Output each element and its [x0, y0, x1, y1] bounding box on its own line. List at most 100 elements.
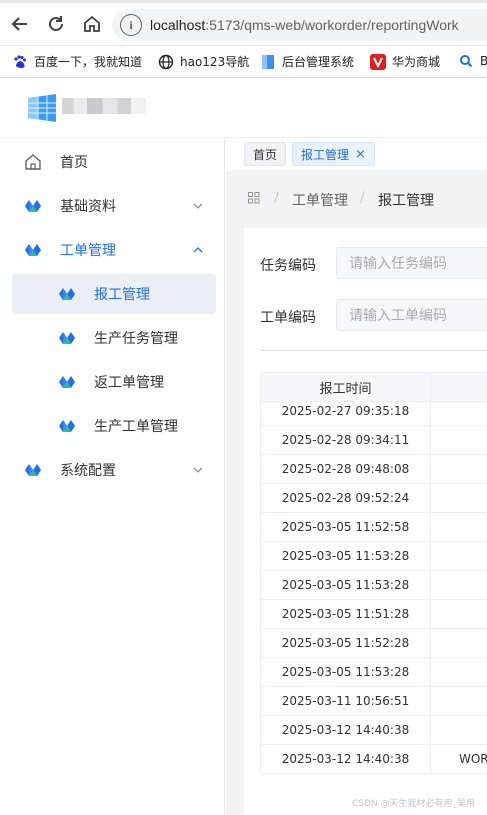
bookmark-baidu[interactable]: 百度一下，我就知道 — [12, 53, 142, 70]
sidebar-item-label: 返工单管理 — [94, 375, 164, 391]
task-code-input[interactable]: 请输入任务编码 — [336, 247, 487, 279]
bookmark-admin[interactable]: 后台管理系统 — [260, 53, 354, 70]
app-logo — [26, 92, 58, 124]
table-cell — [431, 687, 487, 716]
tag-home[interactable]: 首页 — [244, 142, 287, 166]
table-cell-report-time: 2025-03-05 11:53:28 — [261, 542, 431, 571]
header-label: 报工时间 — [319, 381, 372, 397]
grid-icon — [248, 192, 260, 208]
sidebar-item-label: 基础资料 — [60, 199, 116, 215]
bookmark-hao123[interactable]: hao123导航 — [158, 53, 249, 70]
sidebar-item-label: 生产工单管理 — [94, 419, 178, 435]
table-cell-report-time: 2025-03-05 11:53:28 — [261, 658, 431, 687]
app-header — [0, 78, 487, 138]
sidebar-item-system-config[interactable]: 系统配置 — [12, 450, 216, 490]
table-cell — [431, 455, 487, 484]
huawei-vmall-icon — [370, 53, 386, 70]
sidebar-item-label: 首页 — [60, 155, 88, 171]
sidebar-item-home[interactable]: 首页 — [12, 142, 216, 182]
main-content: 首页 报工管理 × / 工单管理 / 报工管理 任务编码 请输入任务编码 工单编… — [226, 138, 487, 815]
breadcrumb-separator: / — [360, 190, 365, 206]
table-cell — [431, 542, 487, 571]
bookmarks-bar: 百度一下，我就知道 hao123导航 后台管理系统 华为商城 Bi — [0, 46, 487, 78]
divider — [260, 350, 487, 351]
blue-page-icon — [260, 54, 276, 70]
breadcrumb-separator: / — [274, 190, 279, 206]
table-cell-report-time: 2025-03-05 11:52:28 — [261, 629, 431, 658]
site-info-icon[interactable]: i — [120, 14, 142, 36]
tag-reporting[interactable]: 报工管理 × — [292, 142, 375, 166]
task-code-placeholder: 请输入任务编码 — [349, 256, 447, 272]
sidebar-item-production-task[interactable]: 生产任务管理 — [12, 318, 216, 358]
chevron-down-icon — [193, 467, 203, 473]
url-text: localhost:5173/qms-web/workorder/reporti… — [150, 17, 459, 33]
home-button[interactable] — [80, 12, 104, 36]
table-cell — [431, 426, 487, 455]
sidebar-item-basic-data[interactable]: 基础资料 — [12, 186, 216, 226]
diamond-logo-icon — [24, 197, 42, 215]
diamond-logo-icon — [58, 285, 76, 303]
tag-label: 报工管理 — [301, 147, 350, 162]
table-cell — [431, 658, 487, 687]
close-icon[interactable]: × — [355, 147, 366, 162]
table-cell — [431, 397, 487, 426]
home-icon — [24, 153, 42, 171]
bookmark-label: 后台管理系统 — [282, 55, 355, 69]
watermark: CSDN @天生我材必有用_吴用 — [352, 799, 476, 809]
diamond-logo-icon — [24, 241, 42, 259]
table-cell — [431, 513, 487, 542]
back-arrow-icon — [11, 17, 27, 31]
table-cell-report-time: 2025-03-05 11:51:28 — [261, 600, 431, 629]
table-cell-report-time: 2025-02-28 09:34:11 — [261, 426, 431, 455]
tab-strip-edge — [0, 0, 487, 3]
breadcrumb-current: 报工管理 — [378, 193, 434, 209]
tags-view: 首页 报工管理 × — [226, 138, 487, 170]
table-cell — [431, 600, 487, 629]
diamond-logo-icon — [58, 329, 76, 347]
table-cell-report-time: 2025-02-28 09:52:24 — [261, 484, 431, 513]
chevron-down-icon — [193, 203, 203, 209]
bookmark-label: hao123导航 — [180, 55, 250, 69]
table-cell-report-time: 2025-03-12 14:40:38 — [261, 716, 431, 745]
search-icon — [458, 53, 474, 69]
table-cell-report-time: 2025-03-05 11:52:58 — [261, 513, 431, 542]
order-code-label: 工单编码 — [260, 310, 316, 326]
sidebar-item-production-order[interactable]: 生产工单管理 — [12, 406, 216, 446]
sidebar-item-label: 系统配置 — [60, 463, 116, 479]
sidebar-item-label: 报工管理 — [94, 287, 150, 303]
globe-icon — [158, 54, 174, 70]
sidebar: 首页 基础资料 工单管理 报工管理 生产任务管理 返工单管理 生产工单管理 系统… — [0, 138, 225, 815]
bookmark-label: Bi — [480, 54, 487, 68]
sidebar-item-workorder[interactable]: 工单管理 — [12, 230, 216, 270]
bookmark-bi[interactable]: Bi — [458, 53, 487, 69]
tag-label: 首页 — [253, 147, 278, 162]
table-cell — [431, 484, 487, 513]
table-cell-report-time: 2025-03-12 14:40:38 — [261, 745, 431, 774]
home-browser-icon — [84, 15, 100, 32]
report-table: 报工时间 2025-02-27 09:35:18 2025-02-28 09:34… — [260, 372, 487, 774]
order-code-input[interactable]: 请输入工单编码 — [336, 299, 487, 331]
order-code-placeholder: 请输入工单编码 — [349, 308, 447, 324]
bookmark-vmall[interactable]: 华为商城 — [370, 53, 440, 70]
reload-icon — [49, 16, 63, 31]
breadcrumb-item[interactable]: 工单管理 — [292, 190, 348, 210]
address-bar[interactable]: i localhost:5173/qms-web/workorder/repor… — [112, 9, 487, 41]
back-button[interactable] — [8, 12, 32, 36]
table-cell-report-time: 2025-02-27 09:35:18 — [261, 397, 431, 426]
breadcrumb: / 工单管理 / 报工管理 — [226, 170, 487, 228]
browser-toolbar: i localhost:5173/qms-web/workorder/repor… — [0, 0, 487, 46]
reload-button[interactable] — [44, 12, 68, 36]
baidu-paw-icon — [12, 54, 28, 70]
table-cell-report-time: 2025-03-05 11:53:28 — [261, 571, 431, 600]
app-name-redacted — [62, 98, 146, 114]
bookmark-label: 百度一下，我就知道 — [34, 55, 143, 69]
diamond-logo-icon — [58, 373, 76, 391]
task-code-label: 任务编码 — [260, 258, 316, 274]
bookmark-label: 华为商城 — [392, 55, 441, 69]
sidebar-item-label: 生产任务管理 — [94, 331, 178, 347]
table-cell — [431, 571, 487, 600]
sidebar-item-reporting[interactable]: 报工管理 — [12, 274, 216, 314]
sidebar-item-rework[interactable]: 返工单管理 — [12, 362, 216, 402]
diamond-logo-icon — [58, 417, 76, 435]
table-cell — [431, 629, 487, 658]
